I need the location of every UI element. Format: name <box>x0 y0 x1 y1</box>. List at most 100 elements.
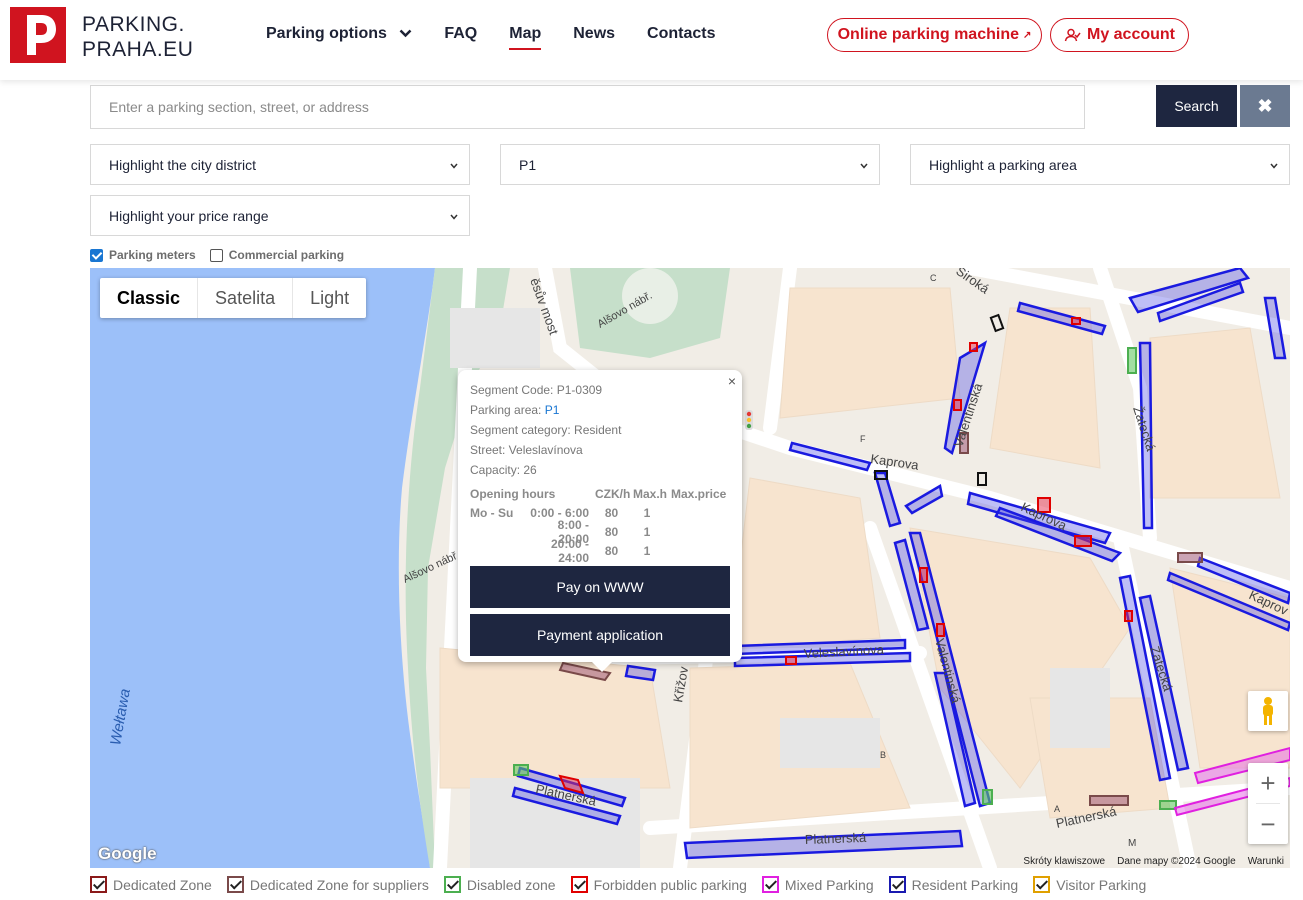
map-label-letter-c: C <box>930 273 937 283</box>
chevron-down-icon <box>399 25 412 43</box>
parking-logo-icon[interactable] <box>10 7 66 63</box>
nav-parking-options[interactable]: Parking options <box>266 25 412 43</box>
legend-forbidden-public-parking[interactable]: Forbidden public parking <box>570 876 747 893</box>
checkbox-checked-icon[interactable] <box>761 876 779 893</box>
checkbox-checked-icon[interactable] <box>888 876 906 893</box>
pay-on-www-button[interactable]: Pay on WWW <box>470 566 730 608</box>
map-layer-toggles: Parking meters Commercial parking <box>90 248 358 262</box>
zoom-control: + − <box>1248 763 1288 844</box>
chevron-down-icon <box>1269 159 1279 175</box>
terms-link[interactable]: Warunki <box>1248 856 1284 867</box>
commercial-parking-checkbox[interactable]: Commercial parking <box>209 248 345 262</box>
checkbox-checked-icon[interactable] <box>1033 876 1051 893</box>
price-range-select[interactable]: Highlight your price range <box>90 195 470 236</box>
segment-code: Segment Code: P1-0309 <box>470 383 603 397</box>
traffic-light-icon <box>745 410 753 430</box>
map-type-switcher: Classic Satelita Light <box>100 278 367 318</box>
chevron-down-icon <box>449 210 459 226</box>
checkbox-checked-icon[interactable] <box>90 876 107 893</box>
commercial-parking-label: Commercial parking <box>228 248 345 262</box>
segment-category: Segment category: Resident <box>470 423 622 437</box>
map-type-satellite[interactable]: Satelita <box>198 278 294 318</box>
legend-resident-parking[interactable]: Resident Parking <box>888 876 1019 893</box>
map-label-letter-f: F <box>860 434 866 444</box>
my-account-label: My account <box>1086 26 1175 43</box>
site-header: PARKING. PRAHA.EU Parking options FAQ Ma… <box>0 0 1303 80</box>
zoom-in-button[interactable]: + <box>1248 763 1288 803</box>
hours-maxh: 1 <box>643 505 651 520</box>
legend-dedicated-zone-suppliers[interactable]: Dedicated Zone for suppliers <box>226 876 429 893</box>
keyboard-shortcuts-link[interactable]: Skróty klawiszowe <box>1023 856 1105 867</box>
search-button[interactable]: Search <box>1156 85 1237 127</box>
hours-czk: 80 <box>604 543 619 558</box>
segment-capacity: Capacity: 26 <box>470 463 537 477</box>
legend-mixed-parking[interactable]: Mixed Parking <box>761 876 874 893</box>
checkbox-checked-icon[interactable] <box>443 876 461 893</box>
map-attribution: Skróty klawiszowe Dane mapy ©2024 Google… <box>1023 856 1284 867</box>
checkbox-unchecked-icon[interactable] <box>209 248 223 262</box>
logo-wordmark[interactable]: PARKING. PRAHA.EU <box>82 12 193 62</box>
chevron-down-icon <box>859 159 869 175</box>
online-parking-machine-label: Online parking machine <box>837 26 1019 43</box>
legend-label: Mixed Parking <box>784 876 874 893</box>
clear-search-button[interactable]: ✖ <box>1240 85 1290 127</box>
map-label-letter-m: M <box>1128 838 1136 849</box>
street-view-pegman-icon[interactable] <box>1248 691 1288 731</box>
main-nav: Parking options FAQ Map News Contacts <box>266 25 748 51</box>
nav-news[interactable]: News <box>573 25 615 43</box>
city-district-select-value: Highlight the city district <box>109 156 257 173</box>
google-logo[interactable]: Google <box>98 844 157 864</box>
search-input[interactable] <box>90 85 1085 129</box>
nav-contacts[interactable]: Contacts <box>647 25 715 43</box>
parking-area-label: Parking area: <box>470 403 545 417</box>
nav-faq[interactable]: FAQ <box>444 25 477 43</box>
user-icon <box>1064 28 1081 42</box>
hours-maxh: 1 <box>643 524 651 539</box>
legend-label: Disabled zone <box>466 876 556 893</box>
checkbox-checked-icon[interactable] <box>570 876 588 893</box>
my-account-button[interactable]: My account <box>1050 18 1189 52</box>
legend-dedicated-zone[interactable]: Dedicated Zone <box>90 876 212 893</box>
nav-map[interactable]: Map <box>509 25 542 51</box>
parking-area-row: Parking area: P1 <box>470 402 730 422</box>
legend-disabled-zone[interactable]: Disabled zone <box>443 876 556 893</box>
payment-application-button[interactable]: Payment application <box>470 614 730 656</box>
legend-label: Visitor Parking <box>1056 876 1147 893</box>
parking-area-select[interactable]: Highlight a parking area <box>910 144 1290 185</box>
map-label-platnerska-2: Platnerská <box>805 830 868 847</box>
map-data-credit: Dane mapy ©2024 Google <box>1117 856 1236 867</box>
legend-label: Forbidden public parking <box>593 876 747 893</box>
logo-line-2: PRAHA.EU <box>82 38 194 61</box>
hours-czk: 80 <box>604 524 619 539</box>
legend-label: Dedicated Zone <box>113 876 212 893</box>
map-label-letter-b: B <box>880 750 886 760</box>
hours-maxh: 1 <box>643 543 651 558</box>
legend-label: Resident Parking <box>911 876 1019 893</box>
nav-parking-options-label: Parking options <box>266 25 387 43</box>
map-type-light[interactable]: Light <box>293 278 366 318</box>
price-range-select-value: Highlight your price range <box>109 207 269 224</box>
table-row: 8:00 - 20:00 80 1 <box>470 518 730 546</box>
hours-czk: 80 <box>604 505 619 520</box>
close-icon[interactable]: × <box>728 373 736 389</box>
hours-col-opening: Opening hours <box>470 486 556 501</box>
hours-col-maxh: Max.h <box>633 486 668 501</box>
legend-label: Dedicated Zone for suppliers <box>249 876 429 893</box>
parking-zone-select[interactable]: P1 <box>500 144 880 185</box>
hours-days: Mo - Su <box>470 505 514 520</box>
parking-meters-checkbox[interactable]: Parking meters <box>90 248 196 262</box>
checkbox-checked-icon[interactable] <box>90 248 103 262</box>
parking-map[interactable]: ěsův most Alšovo nábř. Alšovo nábř. Širo… <box>90 268 1290 868</box>
legend-visitor-parking[interactable]: Visitor Parking <box>1033 876 1146 893</box>
checkbox-checked-icon[interactable] <box>226 876 244 893</box>
logo-line-1: PARKING. <box>82 13 185 36</box>
parking-area-link[interactable]: P1 <box>545 403 560 417</box>
online-parking-machine-button[interactable]: Online parking machine ↗ <box>827 18 1042 52</box>
city-district-select[interactable]: Highlight the city district <box>90 144 470 185</box>
zoom-out-button[interactable]: − <box>1248 804 1288 844</box>
hours-col-czk: CZK/h <box>595 486 631 501</box>
map-label-letter-a: A <box>1054 804 1060 814</box>
map-type-classic[interactable]: Classic <box>100 278 199 318</box>
segment-info-popup: × Segment Code: P1-0309 Parking area: P1… <box>458 370 742 672</box>
parking-meters-label: Parking meters <box>109 248 196 262</box>
